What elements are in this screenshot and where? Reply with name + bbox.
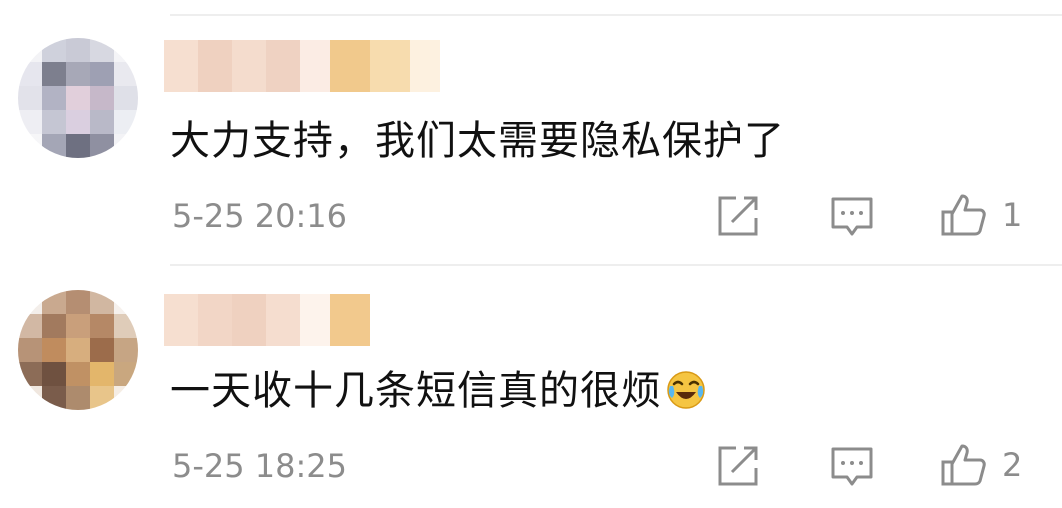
comment-text: 一天收十几条短信真的很烦 <box>170 366 706 416</box>
like-button[interactable]: 1 <box>940 192 1022 238</box>
comment-time: 5-25 20:16 <box>172 197 348 235</box>
thumbs-up-icon <box>941 444 986 486</box>
comment-item: 一天收十几条短信真的很烦 5-25 18:25 2 <box>0 250 1062 490</box>
laughing-crying-emoji <box>667 371 705 409</box>
share-edit-icon <box>718 446 758 486</box>
share-button[interactable] <box>716 194 760 238</box>
comment-item: 大力支持，我们太需要隐私保护了 5-25 20:16 1 <box>0 0 1062 240</box>
avatar[interactable] <box>18 38 138 158</box>
comment-time: 5-25 18:25 <box>172 447 348 485</box>
thumbs-up-icon <box>941 194 986 236</box>
like-count: 2 <box>1002 446 1023 484</box>
comment-text-body: 一天收十几条短信真的很烦 <box>170 368 662 414</box>
comment-text: 大力支持，我们太需要隐私保护了 <box>170 118 785 164</box>
like-count: 1 <box>1002 196 1023 234</box>
share-button[interactable] <box>716 444 760 488</box>
like-button[interactable]: 2 <box>940 442 1022 488</box>
username[interactable] <box>164 40 440 92</box>
comment-icon <box>831 197 873 236</box>
reply-button[interactable] <box>830 196 874 238</box>
reply-button[interactable] <box>830 446 874 488</box>
comment-icon <box>831 447 873 486</box>
avatar[interactable] <box>18 290 138 410</box>
username[interactable] <box>164 294 370 346</box>
share-edit-icon <box>718 196 758 236</box>
